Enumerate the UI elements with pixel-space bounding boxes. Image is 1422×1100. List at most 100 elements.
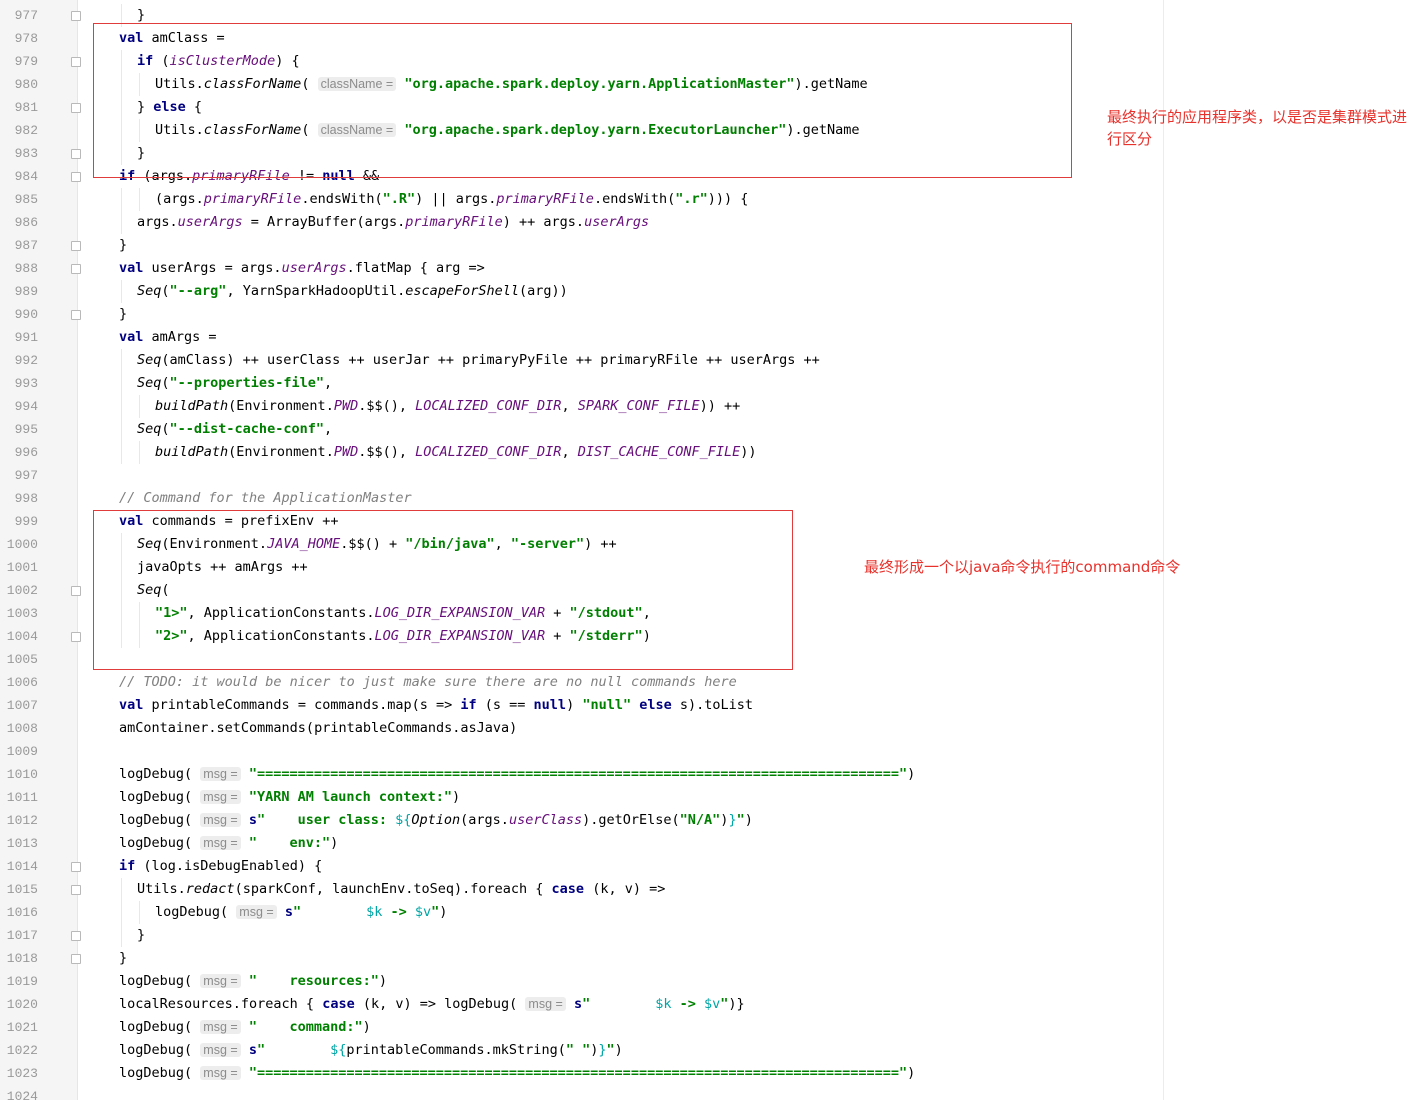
fold-marker-icon[interactable] [71, 149, 81, 159]
fold-marker-icon[interactable] [71, 931, 81, 941]
code-line[interactable]: 1014 if (log.isDebugEnabled) { [0, 855, 1422, 878]
fold-marker-icon[interactable] [71, 954, 81, 964]
code-text: logDebug( msg = s" user class: ${Option(… [119, 809, 753, 832]
code-line[interactable]: 1010 logDebug( msg = "===================… [0, 763, 1422, 786]
string-token: -> [382, 904, 415, 920]
code-token: logDebug( [119, 789, 201, 805]
indent-guide [121, 924, 122, 947]
code-text: } [119, 303, 127, 326]
code-token: } [119, 950, 128, 966]
code-line[interactable]: 997 [0, 464, 1422, 487]
code-line[interactable]: 1006 // TODO: it would be nicer to just m… [0, 671, 1422, 694]
code-token: ) ++ args. [502, 214, 585, 230]
fold-marker-icon[interactable] [71, 172, 81, 182]
field-token: LOCALIZED_CONF_DIR [415, 444, 562, 460]
code-line[interactable]: 988 val userArgs = args.userArgs.flatMap … [0, 257, 1422, 280]
code-line[interactable]: 1021 logDebug( msg = " command:") [0, 1016, 1422, 1039]
code-token: )) ++ [699, 398, 741, 414]
code-line[interactable]: 1008 amContainer.setCommands(printableCom… [0, 717, 1422, 740]
code-line[interactable]: 1017} [0, 924, 1422, 947]
code-line[interactable]: 1012 logDebug( msg = s" user class: ${Opt… [0, 809, 1422, 832]
keyword-token: s [248, 1042, 257, 1058]
keyword-token: s [573, 996, 583, 1012]
line-number: 1004 [6, 629, 38, 644]
code-line[interactable]: 991 val amArgs = [0, 326, 1422, 349]
string-token: " env:" [248, 835, 331, 851]
code-line[interactable]: 1020 localResources.foreach { case (k, v)… [0, 993, 1422, 1016]
code-line[interactable]: 989 Seq("--arg", YarnSparkHadoopUtil.esca… [0, 280, 1422, 303]
indent-guide [121, 878, 122, 901]
line-number: 1008 [6, 721, 38, 736]
code-token: ( [161, 375, 170, 391]
code-token: logDebug( [119, 835, 201, 851]
code-line[interactable]: 996 buildPath(Environment.PWD.$$(), LOCAL… [0, 441, 1422, 464]
comment-token: // Command for the ApplicationMaster [119, 490, 412, 506]
fold-marker-icon[interactable] [71, 586, 81, 596]
parameter-hint: msg = [200, 974, 241, 988]
fold-marker-icon[interactable] [71, 241, 81, 251]
code-token: (s == [476, 697, 534, 713]
indent-guide [139, 901, 140, 924]
string-token: " command:" [248, 1019, 363, 1035]
parameter-hint: msg = [200, 1043, 241, 1057]
code-line[interactable]: 1011 logDebug( msg = "YARN AM launch cont… [0, 786, 1422, 809]
keyword-token: val [119, 697, 144, 713]
line-number: 1003 [6, 606, 38, 621]
code-line[interactable]: 993 Seq("--properties-file", [0, 372, 1422, 395]
fold-marker-icon[interactable] [71, 103, 81, 113]
field-token: DIST_CACHE_CONF_FILE [577, 444, 741, 460]
code-token: } [119, 237, 128, 253]
am-class-annotation: 最终执行的应用程序类，以是否是集群模式进行区分 [1107, 108, 1408, 148]
fold-marker-icon[interactable] [71, 885, 81, 895]
code-token: .$$(), [358, 444, 416, 460]
line-number: 1001 [6, 560, 38, 575]
code-line[interactable]: 1007 val printableCommands = commands.map… [0, 694, 1422, 717]
line-number: 995 [14, 422, 38, 437]
line-number: 1021 [6, 1020, 38, 1035]
code-line[interactable]: 1009 [0, 740, 1422, 763]
code-line[interactable]: 985 (args.primaryRFile.endsWith(".R") || … [0, 188, 1422, 211]
code-line[interactable]: 1013 logDebug( msg = " env:") [0, 832, 1422, 855]
code-line[interactable]: 998 // Command for the ApplicationMaster [0, 487, 1422, 510]
fold-marker-icon[interactable] [71, 310, 81, 320]
code-text: val userArgs = args.userArgs.flatMap { a… [119, 257, 485, 280]
code-token: logDebug( [155, 904, 237, 920]
field-token: primaryRFile [203, 191, 302, 207]
code-line[interactable]: 1018} [0, 947, 1422, 970]
string-token: " resources:" [248, 973, 379, 989]
code-token: } [137, 7, 146, 23]
fold-marker-icon[interactable] [71, 57, 81, 67]
code-line[interactable]: 990} [0, 303, 1422, 326]
code-editor[interactable]: 977} 978 val amClass = 979 if (isClusterMode… [0, 0, 1422, 1100]
function-token: Option [411, 812, 461, 828]
code-line[interactable]: 987} [0, 234, 1422, 257]
code-text: Seq("--properties-file", [137, 372, 332, 395]
line-number: 1020 [6, 997, 38, 1012]
fold-marker-icon[interactable] [71, 862, 81, 872]
code-text: logDebug( msg = s" ${printableCommands.m… [119, 1039, 623, 1062]
fold-marker-icon[interactable] [71, 632, 81, 642]
code-line[interactable]: 1023 logDebug( msg = "===================… [0, 1062, 1422, 1085]
fold-marker-icon[interactable] [71, 264, 81, 274]
code-text: buildPath(Environment.PWD.$$(), LOCALIZE… [155, 395, 740, 418]
line-number: 999 [14, 514, 38, 529]
interpolation-token: } [598, 1042, 607, 1058]
interpolation-token: $v [414, 904, 432, 920]
code-line[interactable]: 1015 Utils.redact(sparkConf, launchEnv.to… [0, 878, 1422, 901]
code-line[interactable]: 986 args.userArgs = ArrayBuffer(args.prim… [0, 211, 1422, 234]
code-line[interactable]: 1022 logDebug( msg = s" ${printableComman… [0, 1039, 1422, 1062]
code-line[interactable]: 995 Seq("--dist-cache-conf", [0, 418, 1422, 441]
code-token: .endsWith( [301, 191, 383, 207]
code-token: printableCommands.mkString( [346, 1042, 566, 1058]
code-line[interactable]: 1024 [0, 1085, 1422, 1100]
code-text: // TODO: it would be nicer to just make … [119, 671, 737, 694]
code-line[interactable]: 1016 logDebug( msg = s" $k -> $v") [0, 901, 1422, 924]
code-line[interactable]: 992 Seq(amClass) ++ userClass ++ userJar … [0, 349, 1422, 372]
code-token: amArgs = [143, 329, 217, 345]
code-token: (k, v) => logDebug( [354, 996, 526, 1012]
code-line[interactable]: 994 buildPath(Environment.PWD.$$(), LOCAL… [0, 395, 1422, 418]
code-line[interactable]: 1019 logDebug( msg = " resources:") [0, 970, 1422, 993]
fold-marker-icon[interactable] [71, 11, 81, 21]
